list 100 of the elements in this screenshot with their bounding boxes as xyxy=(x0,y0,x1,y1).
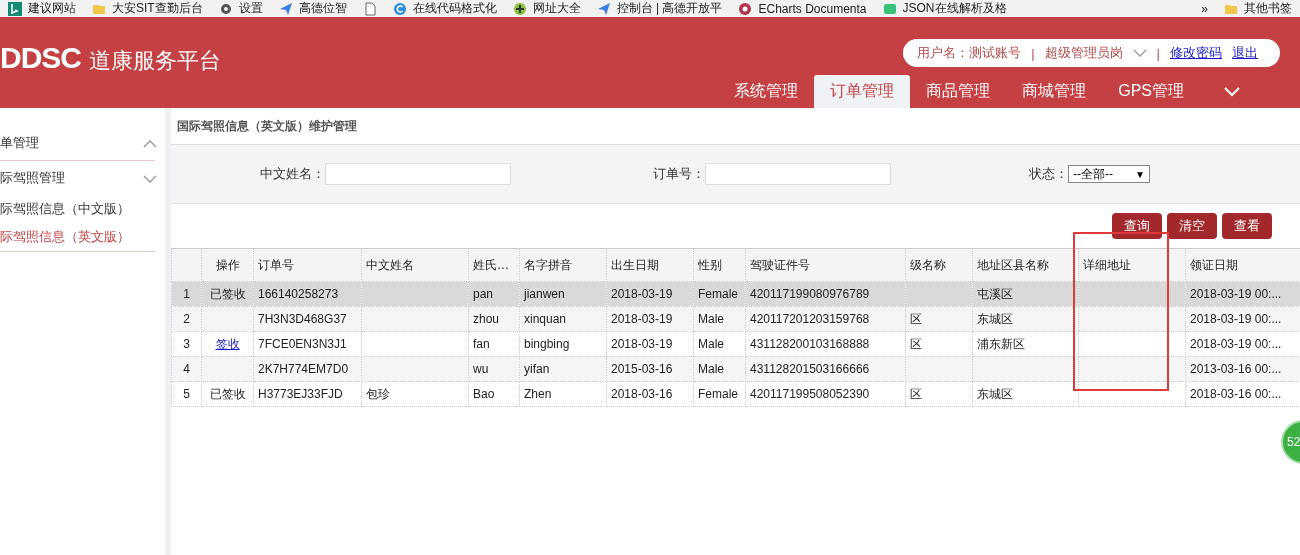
table-cell: Male xyxy=(693,306,746,332)
table-cell: 420117201203159768 xyxy=(745,306,906,332)
bookmark-link[interactable]: 建议网站 xyxy=(28,0,76,17)
table-cell: 区 xyxy=(905,331,973,357)
table-cell xyxy=(905,356,973,382)
table-cell: 浦东新区 xyxy=(972,331,1079,357)
plus-icon xyxy=(512,1,527,16)
bookmark-link[interactable]: 网址大全 xyxy=(532,0,581,17)
table-cell: 431128200103168888 xyxy=(745,331,906,357)
table-cell xyxy=(905,281,973,307)
bookmark-link[interactable]: 设置 xyxy=(238,0,263,17)
c-logo-icon xyxy=(392,1,407,16)
filter-label: 中文姓名： xyxy=(260,165,325,183)
table-cell: 区 xyxy=(905,381,973,407)
table-cell: 2K7H774EM7D0 xyxy=(253,356,362,382)
action-button[interactable]: 查询 xyxy=(1112,213,1162,239)
table-cell: bingbing xyxy=(519,331,607,357)
row-number: 1 xyxy=(171,281,202,307)
table-cell: Bao xyxy=(468,381,520,407)
chevron-down-icon xyxy=(143,174,157,183)
table-cell: 屯溪区 xyxy=(972,281,1079,307)
filter-label: 订单号： xyxy=(653,165,705,183)
role-text: 超级管理员岗 xyxy=(1044,44,1123,62)
nav-tab[interactable]: 订单管理 xyxy=(814,75,911,108)
table-cell: 2018-03-19 xyxy=(606,331,694,357)
table-cell: wu xyxy=(468,356,520,382)
input-field[interactable] xyxy=(325,163,511,185)
column-header: 出生日期 xyxy=(606,248,694,282)
status-text: 已签收 xyxy=(209,286,246,301)
column-header: 驾驶证件号 xyxy=(745,248,906,282)
row-number: 4 xyxy=(171,356,202,382)
row-number: 2 xyxy=(171,306,202,332)
status-text: 已签收 xyxy=(209,386,246,401)
nav-tab[interactable]: GPS管理 xyxy=(1102,75,1200,108)
table-cell: 东城区 xyxy=(972,381,1079,407)
json-logo-icon xyxy=(882,1,897,16)
table-cell: yifan xyxy=(519,356,607,382)
row-number: 5 xyxy=(171,381,202,407)
logout-link[interactable]: 退出 xyxy=(1232,44,1258,62)
table-cell: Zhen xyxy=(519,381,607,407)
table-cell: 431128201503166666 xyxy=(745,356,906,382)
bookmark-folder-link[interactable]: 其他书签 xyxy=(1244,0,1292,17)
column-header: 级名称 xyxy=(905,248,973,282)
table-cell: zhou xyxy=(468,306,520,332)
menu-item[interactable]: 际驾照信息（中文版） xyxy=(0,195,165,223)
table-cell: 东城区 xyxy=(972,306,1079,332)
bookmark-link[interactable]: 高德位智 xyxy=(298,0,347,17)
table-cell: 2018-03-19 xyxy=(606,281,694,307)
column-header: 操作 xyxy=(201,248,254,282)
table-cell: xinquan xyxy=(519,306,607,332)
column-header: 姓氏… xyxy=(468,248,520,282)
column-header: 领证日期 xyxy=(1185,248,1300,282)
action-button[interactable]: 查看 xyxy=(1222,213,1272,239)
row-number: 3 xyxy=(171,331,202,357)
bookmark-link[interactable]: ECharts Documenta xyxy=(758,1,867,16)
table-row[interactable]: 2 7H3N3D468G37 zhou xinquan 2018-03-19 Male 420117201203159768 区 东城区 2018-03-19 00:... xyxy=(171,306,1300,332)
ring-logo-icon xyxy=(738,1,753,16)
change-password-link[interactable]: 修改密码 xyxy=(1170,44,1222,62)
table-row[interactable]: 4 2K7H774EM7D0 wu yifan 2015-03-16 Male 431128201503166666 2013-03-16 00:... xyxy=(171,356,1300,382)
table-cell: Male xyxy=(693,356,746,382)
bookmark-link[interactable]: 在线代码格式化 xyxy=(412,0,497,17)
column-header: 地址区县名称 xyxy=(972,248,1079,282)
column-header: 订单号 xyxy=(253,248,362,282)
table-cell: 7H3N3D468G37 xyxy=(253,306,362,332)
table-cell: Female xyxy=(693,381,746,407)
separator-text: | xyxy=(1031,45,1035,61)
table-cell: 7FCE0EN3N3J1 xyxy=(253,331,362,357)
chevron-down-icon xyxy=(1132,49,1147,57)
table-row[interactable]: 3 签收 7FCE0EN3N3J1 fan bingbing 2018-03-19 Male 431128200103168888 区 浦东新区 2018-03-19 00:... xyxy=(171,331,1300,357)
table-cell: 2015-03-16 xyxy=(606,356,694,382)
menu-group[interactable]: 单管理 xyxy=(0,134,39,152)
column-header: 性别 xyxy=(693,248,746,282)
table-cell: Female xyxy=(693,281,746,307)
table-cell: 420117199080976789 xyxy=(745,281,906,307)
column-header: 中文姓名 xyxy=(361,248,469,282)
table-cell: Male xyxy=(693,331,746,357)
column-header: 详细地址 xyxy=(1078,248,1186,282)
action-button[interactable]: 清空 xyxy=(1167,213,1217,239)
status-select[interactable]: --全部-- ▼ xyxy=(1068,165,1150,183)
chevron-down-icon[interactable] xyxy=(1224,87,1240,97)
more-bookmarks-button[interactable]: » xyxy=(1201,1,1208,16)
username-text: 用户名：测试账号 xyxy=(917,44,1022,62)
menu-group[interactable]: 际驾照管理 xyxy=(0,169,65,187)
menu-item[interactable]: 际驾照信息（英文版） xyxy=(0,223,165,251)
bookmark-link[interactable]: 大安SIT查勤后台 xyxy=(112,0,203,17)
table-cell: 166140258273 xyxy=(253,281,362,307)
input-field[interactable] xyxy=(705,163,891,185)
nav-tab[interactable]: 系统管理 xyxy=(718,75,815,108)
table-cell: H3773EJ33FJD xyxy=(253,381,362,407)
nav-tab[interactable]: 商城管理 xyxy=(1006,75,1103,108)
bookmark-link[interactable]: 控制台 | 高德开放平 xyxy=(616,0,723,17)
table-cell: pan xyxy=(468,281,520,307)
platform-title: 道康服务平台 xyxy=(89,46,221,75)
table-row[interactable]: 1 已签收 166140258273 pan jianwen 2018-03-19 Female 420117199080976789 屯溪区 2018-03-19 00:... xyxy=(171,281,1300,307)
table-row[interactable]: 5 已签收 H3773EJ33FJD 包珍 Bao Zhen 2018-03-16 Female 420117199508052390 区 东城区 2018-03-16 00:... xyxy=(171,381,1300,407)
column-header: 名字拼音 xyxy=(519,248,607,282)
nav-tab[interactable]: 商品管理 xyxy=(910,75,1007,108)
bookmark-link[interactable]: JSON在线解析及格 xyxy=(902,0,1007,17)
table-cell: fan xyxy=(468,331,520,357)
logo-text: DDSC xyxy=(0,40,81,75)
